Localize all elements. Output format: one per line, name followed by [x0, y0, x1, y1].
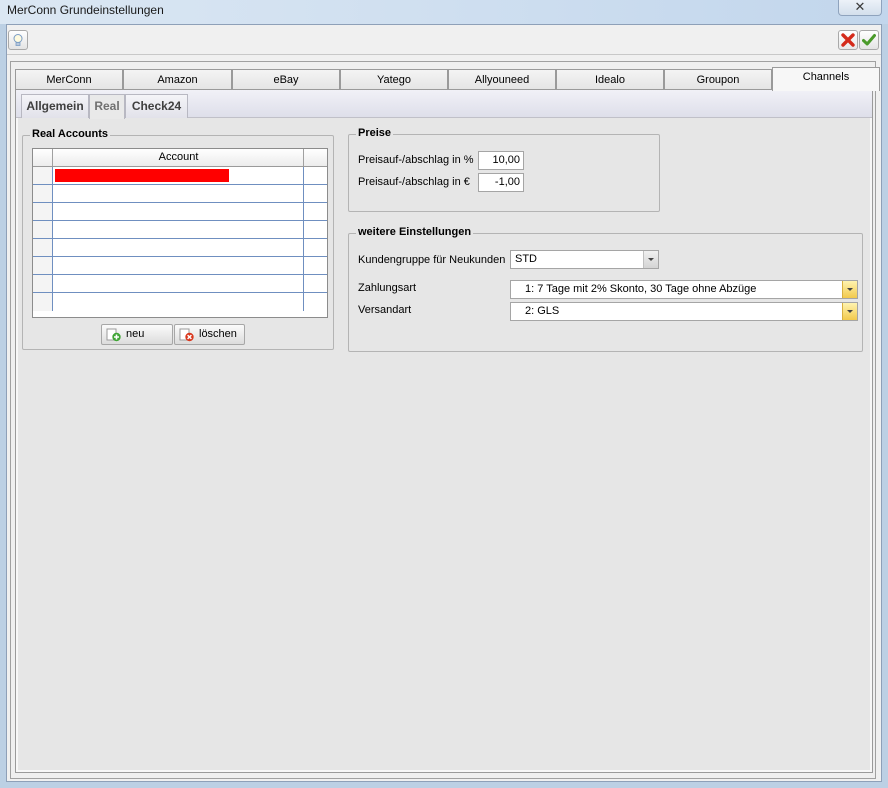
- accounts-grid[interactable]: Account: [32, 148, 328, 318]
- weitere-einstellungen-group: weitere Einstellungen Kundengruppe für N…: [348, 226, 863, 352]
- row-indicator[interactable]: [33, 167, 53, 184]
- help-button[interactable]: [8, 30, 28, 50]
- zahlungsart-label: Zahlungsart: [358, 282, 417, 294]
- settings-panel: MerConn Amazon eBay Yatego Allyouneed Id…: [10, 61, 880, 779]
- real-accounts-group: Real Accounts Account neu löschen: [22, 128, 334, 350]
- tab-ebay[interactable]: eBay: [232, 69, 340, 90]
- tab-merconn[interactable]: MerConn: [15, 69, 123, 90]
- grid-header: Account: [33, 149, 327, 167]
- markup-percent-input[interactable]: 10,00: [478, 151, 524, 170]
- grid-corner: [33, 149, 53, 166]
- markup-euro-label: Preisauf-/abschlag in €: [358, 176, 470, 188]
- title-bar: MerConn Grundeinstellungen ✕: [0, 0, 888, 24]
- subtab-real[interactable]: Real: [89, 94, 125, 119]
- tab-yatego[interactable]: Yatego: [340, 69, 448, 90]
- delete-account-label: löschen: [199, 328, 237, 340]
- tab-groupon[interactable]: Groupon: [664, 69, 772, 90]
- grid-column-divider: [303, 203, 304, 220]
- account-column-header[interactable]: Account: [54, 149, 303, 166]
- markup-euro-input[interactable]: -1,00: [478, 173, 524, 192]
- grid-column-divider: [303, 257, 304, 274]
- row-indicator[interactable]: [33, 239, 53, 256]
- row-indicator[interactable]: [33, 203, 53, 220]
- tab-idealo[interactable]: Idealo: [556, 69, 664, 90]
- kundengruppe-label: Kundengruppe für Neukunden: [358, 254, 506, 266]
- table-row[interactable]: [33, 257, 327, 275]
- grid-column-divider: [303, 149, 304, 166]
- kundengruppe-value: STD: [515, 253, 537, 265]
- preise-group: Preise Preisauf-/abschlag in % 10,00 Pre…: [348, 127, 660, 212]
- zahlungsart-value: 1: 7 Tage mit 2% Skonto, 30 Tage ohne Ab…: [525, 283, 757, 295]
- grid-column-divider: [303, 293, 304, 311]
- versandart-select[interactable]: 2: GLS: [510, 302, 858, 321]
- delete-account-button[interactable]: löschen: [174, 324, 245, 345]
- grid-column-divider: [303, 185, 304, 202]
- chevron-down-icon[interactable]: [643, 251, 658, 268]
- new-account-button[interactable]: neu: [101, 324, 173, 345]
- row-indicator[interactable]: [33, 257, 53, 274]
- window-body: MerConn Amazon eBay Yatego Allyouneed Id…: [6, 24, 882, 782]
- channels-tab-content: Allgemein Real Check24 Real Accounts Acc…: [15, 89, 873, 773]
- subtab-allgemein[interactable]: Allgemein: [21, 94, 89, 118]
- grid-column-divider: [303, 275, 304, 292]
- new-account-label: neu: [126, 328, 145, 340]
- ok-button[interactable]: [859, 30, 879, 50]
- chevron-down-icon[interactable]: [842, 281, 857, 298]
- real-accounts-title: Real Accounts: [30, 128, 111, 140]
- cancel-button[interactable]: [838, 30, 858, 50]
- grid-column-divider: [303, 239, 304, 256]
- versandart-label: Versandart: [358, 304, 412, 316]
- table-row[interactable]: [33, 239, 327, 257]
- zahlungsart-select[interactable]: 1: 7 Tage mit 2% Skonto, 30 Tage ohne Ab…: [510, 280, 858, 299]
- kundengruppe-select[interactable]: STD: [510, 250, 659, 269]
- tab-channels[interactable]: Channels: [772, 67, 880, 91]
- row-indicator[interactable]: [33, 293, 53, 311]
- redacted-account-name: [55, 169, 229, 182]
- real-tab-content: Real Accounts Account neu löschen Preise…: [18, 118, 870, 770]
- main-tab-strip: MerConn Amazon eBay Yatego Allyouneed Id…: [15, 67, 880, 91]
- versandart-value: 2: GLS: [525, 305, 560, 317]
- toolbar: [7, 25, 881, 55]
- markup-percent-label: Preisauf-/abschlag in %: [358, 154, 474, 166]
- preise-title: Preise: [356, 127, 394, 139]
- tab-amazon[interactable]: Amazon: [123, 69, 232, 90]
- grid-column-divider: [303, 167, 304, 184]
- grid-column-divider: [303, 221, 304, 238]
- sub-tab-strip: Allgemein Real Check24: [16, 90, 872, 119]
- table-row[interactable]: [33, 275, 327, 293]
- table-row[interactable]: [33, 185, 327, 203]
- table-row[interactable]: [33, 167, 327, 185]
- tab-allyouneed[interactable]: Allyouneed: [448, 69, 556, 90]
- table-row[interactable]: [33, 293, 327, 311]
- row-indicator[interactable]: [33, 275, 53, 292]
- subtab-check24[interactable]: Check24: [125, 94, 188, 118]
- window-close-button[interactable]: ✕: [838, 0, 882, 16]
- row-indicator[interactable]: [33, 221, 53, 238]
- add-icon: [106, 328, 122, 349]
- delete-icon: [179, 328, 195, 349]
- weitere-einstellungen-title: weitere Einstellungen: [356, 226, 474, 238]
- table-row[interactable]: [33, 203, 327, 221]
- chevron-down-icon[interactable]: [842, 303, 857, 320]
- table-row[interactable]: [33, 221, 327, 239]
- row-indicator[interactable]: [33, 185, 53, 202]
- window-title: MerConn Grundeinstellungen: [7, 3, 164, 17]
